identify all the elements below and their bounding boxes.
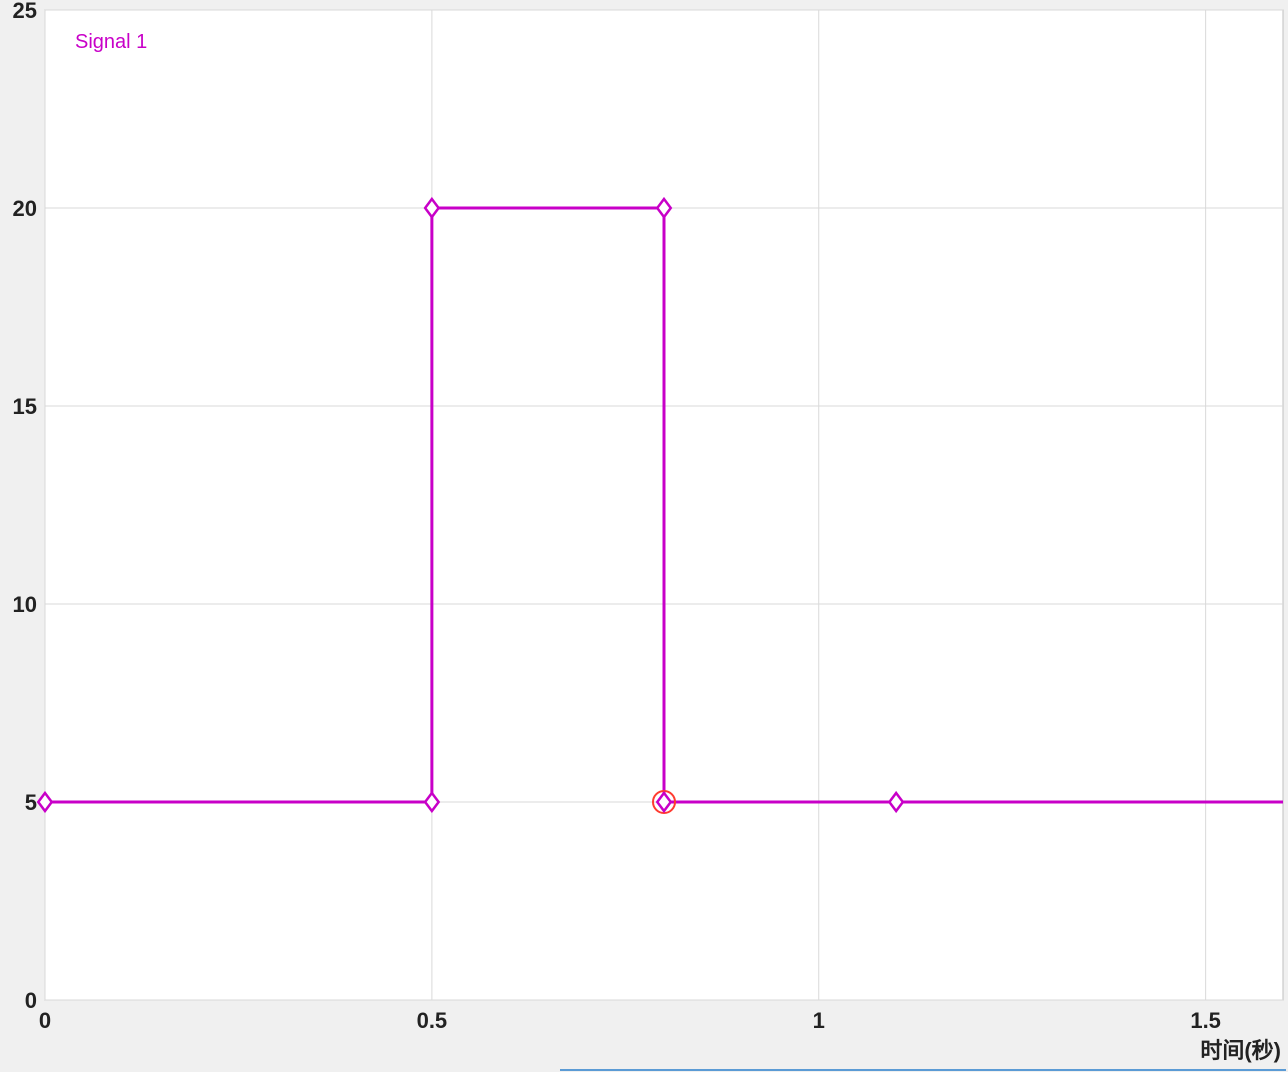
- y-tick-label: 20: [13, 196, 37, 221]
- x-tick-label: 0: [39, 1008, 51, 1033]
- x-axis-ticks: 0 0.5 1 1.5: [39, 1008, 1221, 1033]
- y-axis-ticks: 0 5 10 15 20 25: [13, 0, 37, 1013]
- chart-svg[interactable]: Signal 1 0 5 10 15 20 25 0 0.5 1 1.5 时间(秒): [0, 0, 1288, 1072]
- y-tick-label: 25: [13, 0, 37, 23]
- x-tick-label: 0.5: [417, 1008, 448, 1033]
- x-tick-label: 1.5: [1190, 1008, 1221, 1033]
- y-tick-label: 15: [13, 394, 37, 419]
- x-axis-title: 时间(秒): [1200, 1038, 1281, 1063]
- chart-container: Signal 1 0 5 10 15 20 25 0 0.5 1 1.5 时间(秒): [0, 0, 1288, 1072]
- x-tick-label: 1: [813, 1008, 825, 1033]
- y-tick-label: 10: [13, 592, 37, 617]
- y-tick-label: 5: [25, 790, 37, 815]
- y-tick-label: 0: [25, 988, 37, 1013]
- legend-entry-signal-1[interactable]: Signal 1: [75, 31, 147, 53]
